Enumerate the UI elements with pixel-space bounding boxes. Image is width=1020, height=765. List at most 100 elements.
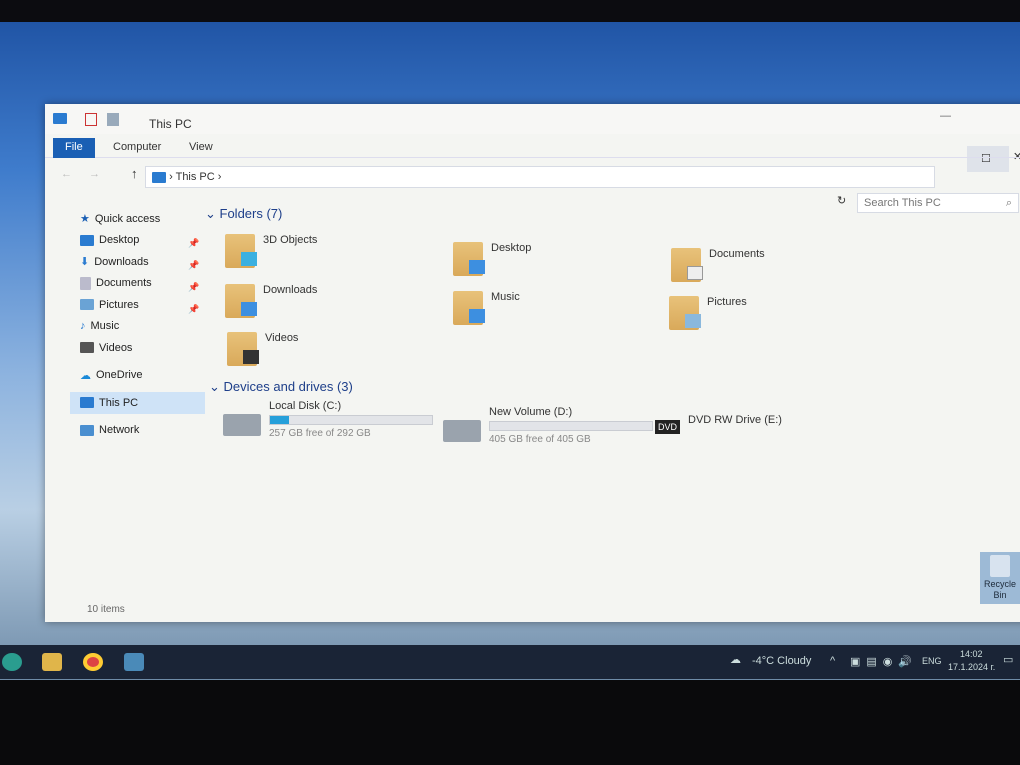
desktop-icon: [80, 234, 94, 246]
clock-time[interactable]: 14:02: [960, 649, 983, 659]
folder-documents[interactable]: Documents: [671, 248, 765, 282]
3d-objects-folder-icon: [225, 234, 257, 268]
recycle-bin-icon: [990, 555, 1010, 577]
tab-view[interactable]: View: [177, 138, 225, 158]
document-icon: [80, 276, 91, 290]
title-bar: This PC — ☐ ✕: [45, 104, 1020, 172]
folders-header[interactable]: ⌄ Folders (7): [205, 206, 282, 222]
drive-usage-bar: [269, 415, 433, 425]
navigation-pane: ★ Quick access Desktop ⬇ Downloads Documen…: [70, 208, 205, 441]
sidebar-item-label: Music: [90, 320, 120, 333]
breadcrumb-sep: ›: [217, 171, 222, 183]
computer-icon: [53, 113, 67, 124]
sidebar-item-pictures[interactable]: Pictures: [70, 294, 205, 316]
folder-3d-objects[interactable]: 3D Objects: [225, 234, 317, 268]
breadcrumb-this-pc[interactable]: This PC: [176, 171, 215, 183]
cloud-icon: ☁: [80, 369, 91, 382]
chrome-icon[interactable]: [83, 653, 103, 671]
forward-button[interactable]: →: [89, 168, 100, 180]
folder-downloads[interactable]: Downloads: [225, 284, 317, 318]
folder-label: Documents: [709, 248, 765, 260]
music-icon: ♪: [80, 320, 86, 333]
clock-date[interactable]: 17.1.2024 г.: [948, 662, 995, 672]
refresh-button[interactable]: ↻: [837, 194, 846, 207]
computer-icon: [80, 397, 94, 409]
sidebar-item-music[interactable]: ♪ Music: [70, 316, 205, 338]
sidebar-item-label: Downloads: [94, 255, 149, 268]
edge-icon[interactable]: [2, 653, 22, 671]
sidebar-item-quick-access[interactable]: ★ Quick access: [70, 208, 205, 230]
new-folder-icon[interactable]: [107, 113, 119, 126]
computer-taskbar-icon[interactable]: [124, 653, 144, 671]
computer-icon: [152, 171, 166, 183]
tray-icons[interactable]: ▣▤◉🔊: [850, 655, 918, 668]
tab-computer[interactable]: Computer: [101, 138, 173, 158]
drive-c[interactable]: Local Disk (C:) 257 GB free of 292 GB: [223, 400, 433, 439]
folder-desktop[interactable]: Desktop: [453, 242, 531, 276]
drive-usage-bar: [489, 421, 653, 431]
sidebar-item-label: OneDrive: [96, 369, 143, 382]
folder-label: Downloads: [263, 284, 318, 296]
sidebar-item-documents[interactable]: Documents: [70, 273, 205, 295]
sidebar-item-onedrive[interactable]: ☁ OneDrive: [70, 365, 205, 387]
drive-free-space: 257 GB free of 292 GB: [269, 428, 371, 439]
drive-e[interactable]: DVD DVD RW Drive (E:): [655, 414, 782, 434]
windows-drive-icon: [223, 414, 261, 436]
dvd-drive-icon: DVD: [655, 420, 681, 434]
status-item-count: 10 items: [87, 604, 125, 615]
pin-icons: 📌 📌 📌 📌: [188, 238, 200, 314]
sidebar-item-label: Pictures: [99, 298, 139, 311]
documents-folder-icon: [671, 248, 703, 282]
up-button[interactable]: ↑: [131, 166, 138, 181]
notifications-icon[interactable]: ▭: [1003, 653, 1013, 666]
address-bar[interactable]: › This PC ›: [145, 166, 935, 188]
file-explorer-taskbar-icon[interactable]: [42, 653, 62, 671]
videos-folder-icon: [227, 332, 259, 366]
folder-label: Music: [491, 291, 520, 303]
network-icon: [80, 424, 94, 436]
weather-text[interactable]: -4°C Cloudy: [752, 655, 811, 667]
folder-pictures[interactable]: Pictures: [669, 296, 747, 330]
sidebar-item-label: Documents: [96, 277, 152, 290]
drive-name: Local Disk (C:): [269, 400, 342, 412]
breadcrumb-sep: ›: [169, 171, 173, 183]
sidebar-item-downloads[interactable]: ⬇ Downloads: [70, 251, 205, 273]
folder-videos[interactable]: Videos: [227, 332, 298, 366]
sidebar-item-desktop[interactable]: Desktop: [70, 230, 205, 252]
search-icon: ⌕: [1005, 197, 1012, 209]
cloud-weather-icon: ☁: [730, 654, 741, 666]
drive-d[interactable]: New Volume (D:) 405 GB free of 405 GB: [443, 406, 653, 445]
sidebar-item-label: Desktop: [99, 234, 140, 247]
star-icon: ★: [80, 213, 90, 226]
drive-icon: [443, 420, 481, 442]
downloads-folder-icon: [225, 284, 257, 318]
folder-label: Pictures: [707, 296, 747, 308]
search-input[interactable]: Search This PC ⌕: [857, 193, 1019, 213]
back-button[interactable]: ←: [61, 168, 72, 180]
download-icon: ⬇: [80, 256, 90, 269]
language-indicator[interactable]: ENG: [922, 656, 942, 666]
sidebar-item-network[interactable]: Network: [70, 420, 205, 442]
sidebar-item-videos[interactable]: Videos: [70, 337, 205, 359]
folder-music[interactable]: Music: [453, 291, 520, 325]
drives-header[interactable]: ⌄ Devices and drives (3): [209, 379, 353, 395]
properties-icon[interactable]: [85, 113, 97, 126]
screen-bezel: [0, 0, 1020, 22]
desktop-folder-icon: [453, 242, 485, 276]
picture-icon: [80, 299, 94, 311]
folder-label: 3D Objects: [263, 234, 318, 246]
tab-file[interactable]: File: [53, 138, 95, 158]
sidebar-item-this-pc[interactable]: This PC: [70, 392, 205, 414]
recycle-bin[interactable]: Recycle Bin: [980, 552, 1020, 604]
video-icon: [80, 342, 94, 354]
sidebar-item-label: Videos: [99, 341, 133, 354]
pictures-folder-icon: [669, 296, 701, 330]
taskbar: ☁ -4°C Cloudy ^ ▣▤◉🔊 ENG 14:02 17.1.2024…: [0, 645, 1020, 679]
folder-label: Videos: [265, 332, 299, 344]
ribbon-tabs: File Computer View: [45, 136, 1020, 158]
folder-label: Desktop: [491, 242, 532, 254]
file-explorer-window: This PC — ☐ ✕ File Computer View ← → ↑ ›…: [45, 104, 1020, 622]
minimize-button[interactable]: —: [940, 110, 951, 122]
window-title: This PC: [149, 117, 192, 131]
tray-expand-button[interactable]: ^: [830, 655, 835, 667]
